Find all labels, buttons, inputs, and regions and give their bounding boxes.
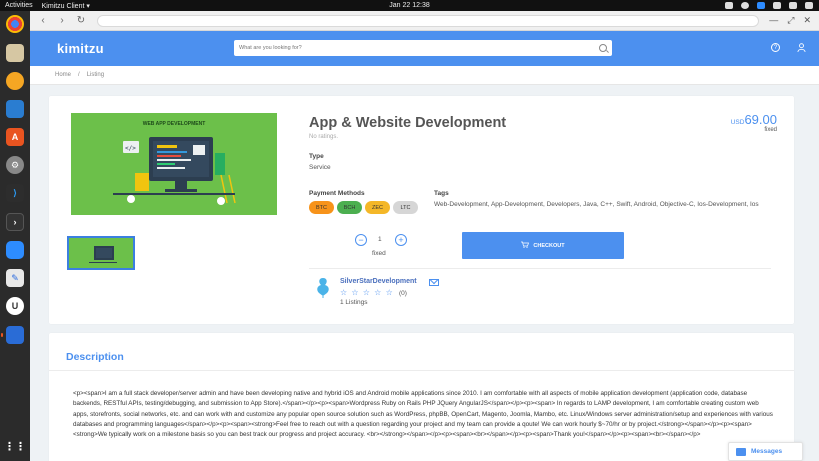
software-center-icon[interactable]: A bbox=[6, 128, 24, 146]
price-amount: 69.00 bbox=[744, 112, 777, 127]
breadcrumb-current: Listing bbox=[86, 72, 105, 78]
app-menu[interactable]: Kimitzu Client ▾ bbox=[42, 2, 90, 10]
search-input[interactable] bbox=[239, 45, 599, 51]
close-icon[interactable]: ✕ bbox=[803, 15, 811, 26]
search-bar[interactable] bbox=[234, 40, 612, 56]
divider bbox=[49, 370, 794, 371]
files-tray-icon[interactable] bbox=[725, 2, 733, 9]
type-value: Service bbox=[309, 164, 331, 171]
thumbnail-image-icon bbox=[89, 246, 117, 263]
payment-pill-zec[interactable]: ZEC bbox=[365, 201, 390, 214]
divider bbox=[309, 268, 771, 269]
zoom-tray-icon[interactable] bbox=[757, 2, 765, 9]
listing-thumbnail[interactable] bbox=[67, 236, 135, 270]
payment-pill-label: ZEC bbox=[372, 204, 383, 211]
help-icon[interactable]: ? bbox=[771, 43, 780, 52]
volume-icon[interactable] bbox=[789, 2, 797, 9]
search-icon[interactable] bbox=[599, 44, 607, 52]
reload-icon[interactable]: ↻ bbox=[74, 14, 88, 28]
clock[interactable]: Jan 22 12:38 bbox=[389, 2, 429, 9]
terminal-icon[interactable]: › bbox=[6, 213, 24, 231]
messages-button[interactable]: Messages bbox=[728, 442, 803, 461]
svg-text:</>: </> bbox=[125, 145, 136, 152]
quantity-value[interactable]: 1 bbox=[378, 236, 382, 243]
browser-toolbar: ‹ › ↻ — ⤢ ✕ bbox=[30, 11, 819, 31]
seller-rating-count: (0) bbox=[399, 290, 407, 297]
settings-icon[interactable]: ⚙ bbox=[6, 156, 24, 174]
seller-star-rating: ☆ ☆ ☆ ☆ ☆ bbox=[340, 288, 394, 297]
quantity-decrement-button[interactable]: − bbox=[355, 234, 367, 246]
chat-icon bbox=[736, 447, 746, 456]
listing-card: WEB APP DEVELOPMENT </> App & Website De… bbox=[49, 96, 794, 324]
listing-title: App & Website Development bbox=[309, 115, 507, 131]
payment-pill-label: BCH bbox=[343, 204, 356, 211]
payment-pill-label: LTC bbox=[400, 204, 411, 211]
checkout-label: CHECKOUT bbox=[533, 242, 565, 249]
app-header: kimitzu ? bbox=[30, 31, 819, 66]
rhythmbox-icon[interactable] bbox=[6, 72, 24, 90]
tags-label: Tags bbox=[434, 190, 449, 197]
quantity-increment-button[interactable]: + bbox=[395, 234, 407, 246]
description-title: Description bbox=[66, 351, 124, 363]
payment-pill-ltc[interactable]: LTC bbox=[393, 201, 418, 214]
breadcrumb: Home / Listing bbox=[30, 66, 819, 85]
description-card: Description <p><span>I am a full stack d… bbox=[49, 333, 794, 461]
tags-value: Web-Development, App-Development, Develo… bbox=[434, 201, 759, 208]
address-bar[interactable] bbox=[97, 14, 760, 27]
price-currency: USD bbox=[730, 119, 745, 126]
breadcrumb-separator: / bbox=[78, 72, 80, 78]
window-controls: — ⤢ ✕ bbox=[769, 15, 811, 26]
listing-main-image[interactable]: WEB APP DEVELOPMENT </> bbox=[71, 113, 277, 215]
payment-pill-bch[interactable]: BCH bbox=[337, 201, 362, 214]
checkout-button[interactable]: CHECKOUT bbox=[462, 232, 624, 259]
forward-arrow-icon[interactable]: › bbox=[55, 14, 69, 28]
activities-button[interactable]: Activities bbox=[5, 2, 33, 9]
messages-label: Messages bbox=[751, 448, 783, 455]
back-arrow-icon[interactable]: ‹ bbox=[36, 14, 50, 28]
kimitzu-dock-icon[interactable]: U bbox=[6, 297, 24, 315]
app-menu-label: Kimitzu Client ▾ bbox=[41, 2, 90, 10]
mail-icon[interactable] bbox=[429, 279, 439, 286]
kimitzu-logo[interactable]: kimitzu bbox=[57, 41, 104, 56]
kimitzu-client-icon[interactable] bbox=[1, 326, 24, 344]
seller-name[interactable]: SilverStarDevelopment bbox=[340, 278, 417, 285]
description-text: <p><span>I am a full stack developer/ser… bbox=[73, 390, 773, 439]
price-type: fixed bbox=[764, 127, 777, 133]
minimize-icon[interactable]: — bbox=[769, 15, 778, 26]
text-editor-icon[interactable]: ✎ bbox=[6, 269, 24, 287]
seller-listings-count[interactable]: 1 Listings bbox=[340, 299, 367, 306]
breadcrumb-home[interactable]: Home bbox=[55, 72, 71, 78]
payment-pill-label: BTC bbox=[316, 204, 327, 211]
type-label: Type bbox=[309, 153, 324, 160]
payment-methods-label: Payment Methods bbox=[309, 190, 365, 197]
files-icon[interactable] bbox=[6, 44, 24, 62]
dock: A ⚙ ⟩ › ✎ U ⋮⋮ bbox=[0, 11, 30, 461]
show-apps-icon[interactable]: ⋮⋮ bbox=[4, 437, 26, 455]
zoom-icon[interactable] bbox=[6, 241, 24, 259]
chrome-icon[interactable] bbox=[6, 15, 24, 33]
quantity-unit: fixed bbox=[372, 250, 386, 257]
web-app-illustration-icon: </> bbox=[113, 137, 236, 205]
os-top-bar: Activities Kimitzu Client ▾ Jan 22 12:38 bbox=[0, 0, 819, 11]
wifi-icon[interactable] bbox=[773, 2, 781, 9]
ratings-text: No ratings. bbox=[309, 134, 339, 140]
system-tray[interactable] bbox=[725, 2, 813, 9]
user-icon[interactable] bbox=[797, 43, 806, 52]
ubuntu-tray-icon[interactable] bbox=[741, 2, 749, 9]
vscode-icon[interactable]: ⟩ bbox=[6, 184, 24, 202]
kimitzu-client-window: ‹ › ↻ — ⤢ ✕ kimitzu ? Home / Listing WEB… bbox=[30, 11, 819, 461]
writer-icon[interactable] bbox=[6, 100, 24, 118]
payment-pill-btc[interactable]: BTC bbox=[309, 201, 334, 214]
seller-avatar-icon[interactable] bbox=[314, 276, 332, 298]
power-icon[interactable] bbox=[805, 2, 813, 9]
cart-icon bbox=[521, 241, 530, 250]
maximize-icon[interactable]: ⤢ bbox=[787, 15, 794, 26]
